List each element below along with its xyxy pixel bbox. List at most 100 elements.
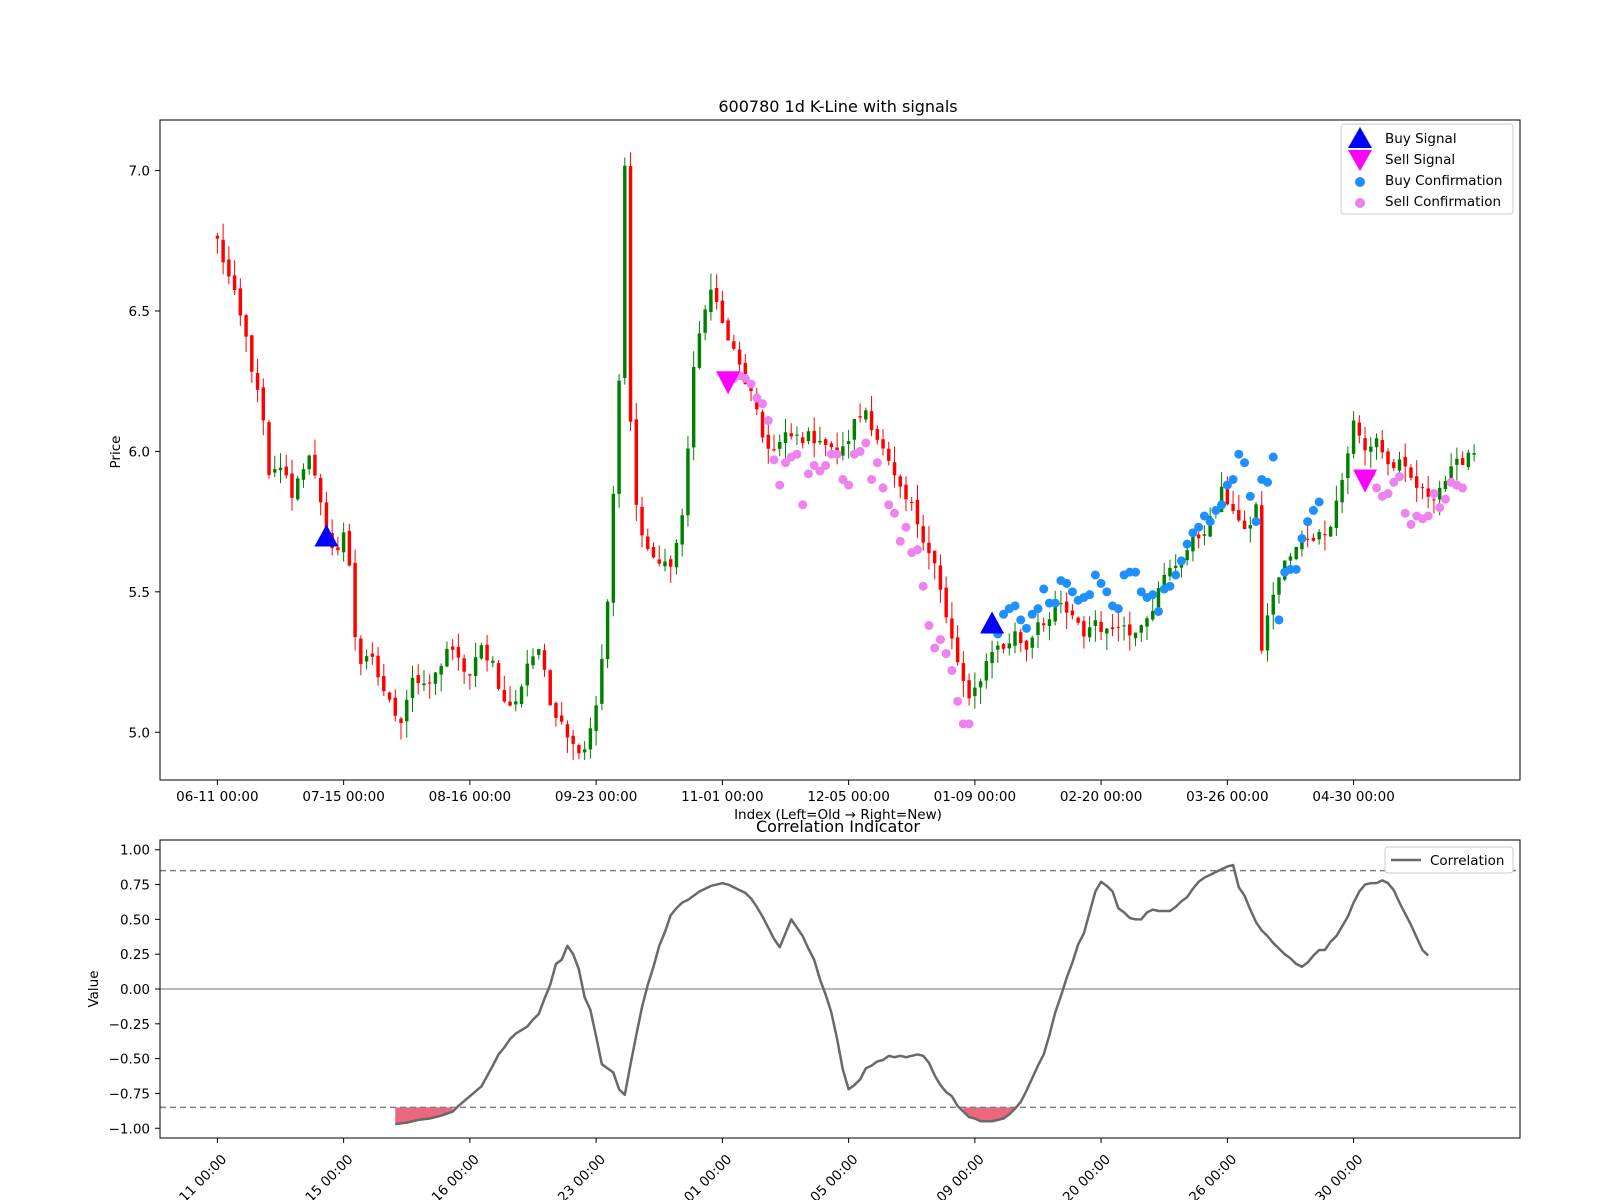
buy-confirmation-dot bbox=[1217, 500, 1227, 510]
kline-x-ticks: 06-11 00:00 07-15 00:00 08-16 00:00 09-23 0… bbox=[176, 780, 1395, 805]
candle-body bbox=[1420, 487, 1425, 489]
correlation-panel: Correlation Indicator −1.00 −0.75 −0.50 −0.… bbox=[86, 817, 1521, 1200]
candle-body bbox=[1437, 487, 1442, 500]
buy-confirmation-dot bbox=[1171, 570, 1181, 580]
candle-body bbox=[250, 335, 254, 372]
candle-body bbox=[915, 499, 920, 525]
candle-body bbox=[347, 530, 352, 566]
candle-body bbox=[1386, 451, 1390, 465]
candle-body bbox=[416, 675, 420, 684]
candle-body bbox=[1317, 531, 1321, 540]
correlation-y-tick-label: −1.00 bbox=[109, 1121, 150, 1137]
sell-confirmation-dot bbox=[769, 455, 779, 465]
candle-body bbox=[307, 455, 311, 470]
candle-body bbox=[852, 419, 857, 440]
candle-body bbox=[1443, 480, 1448, 490]
correlation-x-tick-label: 01-09 00:00 bbox=[918, 1152, 988, 1200]
sell-confirmation-dot bbox=[1458, 483, 1468, 493]
sell-confirmation-dot bbox=[947, 665, 957, 675]
candle-body bbox=[370, 653, 375, 657]
candle-body bbox=[1122, 625, 1126, 627]
sell-confirmation-dot bbox=[912, 545, 922, 555]
candle-body bbox=[875, 429, 880, 440]
candle-body bbox=[1357, 422, 1362, 436]
candle-body bbox=[881, 439, 885, 449]
kline-y-tick-label: 5.0 bbox=[129, 725, 150, 741]
candle-body bbox=[961, 663, 966, 681]
candle-body bbox=[1328, 526, 1333, 537]
candle-body bbox=[1231, 503, 1235, 512]
buy-confirmation-dot bbox=[1102, 587, 1112, 597]
buy-confirmation-dot bbox=[1194, 522, 1204, 532]
candle-body bbox=[1265, 615, 1270, 651]
kline-x-tick-label: 03-26 00:00 bbox=[1186, 789, 1268, 805]
candle-body bbox=[778, 441, 782, 449]
candle-body bbox=[892, 462, 897, 476]
correlation-y-tick-label: 1.00 bbox=[120, 843, 150, 859]
candle-body bbox=[284, 466, 288, 476]
candle-body bbox=[537, 649, 541, 655]
candle-body bbox=[910, 502, 914, 504]
buy-confirmation-dot bbox=[1016, 615, 1026, 625]
buy-confirmation-dot bbox=[1245, 491, 1255, 501]
candle-body bbox=[410, 677, 415, 699]
sell-confirmation-dot bbox=[901, 522, 911, 532]
kline-x-tick-label: 11-01 00:00 bbox=[681, 789, 763, 805]
candle-body bbox=[611, 493, 616, 603]
buy-confirmation-dot bbox=[1251, 517, 1261, 527]
candle-body bbox=[1076, 617, 1080, 623]
sell-confirmation-dot bbox=[861, 438, 871, 448]
candle-body bbox=[1351, 420, 1356, 454]
sell-confirmation-dot bbox=[746, 379, 756, 389]
candle-body bbox=[709, 289, 713, 313]
candle-body bbox=[232, 275, 237, 290]
kline-panel: 600780 1d K-Line with signals 5.0 5.5 6.0 6… bbox=[108, 97, 1521, 823]
candle-body bbox=[955, 637, 960, 663]
signals-layer bbox=[314, 371, 1378, 634]
candle-body bbox=[439, 665, 443, 675]
buy-confirmation-dot bbox=[1131, 567, 1141, 577]
candle-body bbox=[1082, 621, 1086, 637]
candle-body bbox=[456, 647, 461, 658]
candle-body bbox=[364, 656, 369, 662]
candle-body bbox=[1397, 459, 1402, 471]
candle-body bbox=[795, 434, 799, 436]
kline-axes-frame bbox=[159, 119, 1521, 781]
candle-body bbox=[1277, 577, 1281, 595]
candle-body bbox=[1323, 534, 1327, 536]
candles-layer bbox=[215, 152, 1476, 761]
candle-body bbox=[462, 658, 466, 672]
candle-body bbox=[1392, 462, 1396, 469]
sell-confirmation-dot bbox=[1394, 472, 1404, 482]
candle-body bbox=[341, 532, 346, 553]
buy-confirmation-dot bbox=[1176, 556, 1186, 566]
correlation-fill-layer bbox=[395, 1107, 1016, 1125]
buy-confirmation-dot bbox=[1096, 578, 1106, 588]
candle-body bbox=[1380, 439, 1384, 453]
candle-body bbox=[617, 380, 621, 494]
sell-confirmation-dot bbox=[895, 536, 905, 546]
sell-confirmation-dot bbox=[930, 643, 940, 653]
candle-body bbox=[1363, 438, 1367, 451]
sell-confirmation-dot bbox=[775, 480, 785, 490]
buy-confirmation-dot bbox=[1148, 590, 1158, 600]
buy-confirmation-dot bbox=[1234, 449, 1244, 459]
buy-confirmation-dot bbox=[1021, 623, 1031, 633]
legend-sell-confirmation-marker bbox=[1355, 198, 1365, 208]
candle-body bbox=[238, 288, 243, 316]
candle-body bbox=[387, 692, 392, 700]
sell-confirmation-dot bbox=[878, 483, 888, 493]
candle-body bbox=[531, 656, 535, 666]
correlation-title: Correlation Indicator bbox=[756, 817, 920, 836]
candle-body bbox=[1288, 556, 1293, 561]
candle-body bbox=[674, 542, 679, 568]
candle-body bbox=[548, 670, 552, 706]
kline-legend: Buy Signal Sell Signal Buy Confirmation … bbox=[1340, 123, 1514, 215]
correlation-x-tick-label: 02-20 00:00 bbox=[1044, 1152, 1114, 1200]
candle-body bbox=[950, 618, 954, 639]
candle-body bbox=[399, 718, 403, 724]
buy-confirmation-dot bbox=[1039, 584, 1049, 594]
candle-body bbox=[921, 526, 925, 543]
buy-confirmation-dot bbox=[1205, 517, 1215, 527]
candle-body bbox=[1070, 610, 1075, 616]
